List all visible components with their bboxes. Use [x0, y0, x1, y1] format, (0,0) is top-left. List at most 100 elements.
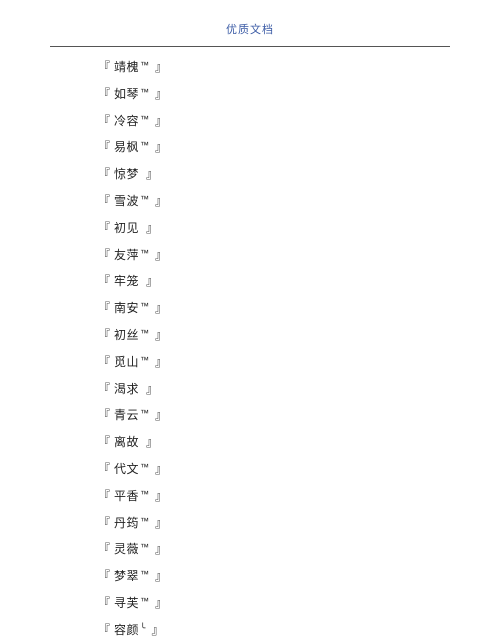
bracket-close: 』 [155, 60, 167, 74]
list-item: 『南安™』 [98, 302, 500, 314]
item-name: 靖槐 [114, 60, 139, 74]
item-suffix: ™ [140, 248, 149, 258]
item-suffix: ™ [140, 194, 149, 204]
list-item: 『离故』 [98, 436, 500, 448]
bracket-close: 』 [155, 596, 167, 610]
bracket-open: 『 [98, 248, 110, 262]
item-name: 惊梦 [114, 167, 139, 181]
item-name: 容颜 [114, 623, 139, 637]
list-item: 『丹筠™ 』 [98, 517, 500, 529]
bracket-open: 『 [98, 194, 110, 208]
bracket-close: 』 [155, 462, 167, 476]
list-item: 『灵薇™』 [98, 543, 500, 555]
bracket-open: 『 [98, 623, 110, 637]
bracket-open: 『 [98, 221, 110, 235]
name-list: 『靖槐™』『如琴™』『冷容™』『易枫™』『惊梦』『雪波™』『初见』『友萍™』『牢… [0, 47, 500, 636]
list-item: 『青云™ 』 [98, 409, 500, 421]
item-name: 牢笼 [114, 274, 139, 288]
bracket-open: 『 [98, 274, 110, 288]
item-name: 渴求 [114, 382, 139, 396]
bracket-close: 』 [155, 301, 167, 315]
bracket-open: 『 [98, 489, 110, 503]
list-item: 『梦翠™』 [98, 570, 500, 582]
item-suffix: ™ [140, 355, 149, 365]
bracket-open: 『 [98, 569, 110, 583]
bracket-close: 』 [146, 167, 158, 181]
item-suffix: ™ [140, 328, 149, 338]
bracket-close: 』 [155, 194, 167, 208]
item-suffix: ™ [140, 542, 149, 552]
list-item: 『初丝™』 [98, 329, 500, 341]
item-name: 觅山 [114, 355, 139, 369]
item-name: 代文 [114, 462, 139, 476]
list-item: 『靖槐™ 』 [98, 61, 500, 73]
item-name: 南安 [114, 301, 139, 315]
bracket-close: 』 [155, 569, 167, 583]
bracket-close: 』 [155, 355, 167, 369]
list-item: 『渴求』 [98, 383, 500, 395]
item-name: 青云 [114, 408, 139, 422]
list-item: 『代文™』 [98, 463, 500, 475]
item-suffix: ™ [140, 516, 149, 526]
bracket-close: 』 [146, 274, 158, 288]
list-item: 『容颜╰ 』 [98, 624, 500, 636]
item-name: 灵薇 [114, 542, 139, 556]
bracket-open: 『 [98, 114, 110, 128]
list-item: 『觅山™ 』 [98, 356, 500, 368]
item-suffix: ™ [140, 489, 149, 499]
list-item: 『雪波™ 』 [98, 195, 500, 207]
list-item: 『初见』 [98, 222, 500, 234]
bracket-close: 』 [155, 140, 167, 154]
bracket-open: 『 [98, 87, 110, 101]
bracket-open: 『 [98, 60, 110, 74]
bracket-open: 『 [98, 382, 110, 396]
page-title: 优质文档 [226, 24, 274, 36]
item-suffix: ™ [140, 140, 149, 150]
item-name: 如琴 [114, 87, 139, 101]
bracket-close: 』 [155, 328, 167, 342]
list-item: 『易枫™ 』 [98, 141, 500, 153]
bracket-open: 『 [98, 140, 110, 154]
bracket-close: 』 [146, 435, 158, 449]
item-name: 冷容 [114, 114, 139, 128]
bracket-close: 』 [155, 408, 167, 422]
item-suffix: ™ [140, 596, 149, 606]
item-suffix: ╰ [140, 623, 145, 633]
item-suffix: ™ [140, 408, 149, 418]
item-suffix: ™ [140, 114, 149, 124]
item-name: 平香 [114, 489, 139, 503]
bracket-close: 』 [155, 87, 167, 101]
bracket-open: 『 [98, 542, 110, 556]
header: 优质文档 [0, 0, 500, 46]
item-suffix: ™ [140, 60, 149, 70]
list-item: 『寻芙™ 』 [98, 597, 500, 609]
item-name: 丹筠 [114, 516, 139, 530]
bracket-close: 』 [155, 248, 167, 262]
bracket-open: 『 [98, 167, 110, 181]
item-name: 初丝 [114, 328, 139, 342]
item-name: 初见 [114, 221, 139, 235]
list-item: 『友萍™ 』 [98, 249, 500, 261]
bracket-close: 』 [155, 114, 167, 128]
bracket-open: 『 [98, 462, 110, 476]
item-name: 寻芙 [114, 596, 139, 610]
item-name: 易枫 [114, 140, 139, 154]
document-page: 优质文档 『靖槐™』『如琴™』『冷容™』『易枫™』『惊梦』『雪波™』『初见』『友… [0, 0, 500, 636]
list-item: 『惊梦』 [98, 168, 500, 180]
item-name: 友萍 [114, 248, 139, 262]
list-item: 『牢笼』 [98, 275, 500, 287]
bracket-open: 『 [98, 516, 110, 530]
bracket-close: 』 [146, 382, 158, 396]
bracket-open: 『 [98, 355, 110, 369]
item-name: 雪波 [114, 194, 139, 208]
bracket-open: 『 [98, 435, 110, 449]
bracket-close: 』 [146, 221, 158, 235]
list-item: 『冷容™ 』 [98, 115, 500, 127]
bracket-close: 』 [155, 516, 167, 530]
bracket-open: 『 [98, 408, 110, 422]
item-suffix: ™ [140, 569, 149, 579]
bracket-close: 』 [151, 623, 163, 637]
list-item: 『平香™』 [98, 490, 500, 502]
bracket-open: 『 [98, 596, 110, 610]
item-suffix: ™ [140, 301, 149, 311]
